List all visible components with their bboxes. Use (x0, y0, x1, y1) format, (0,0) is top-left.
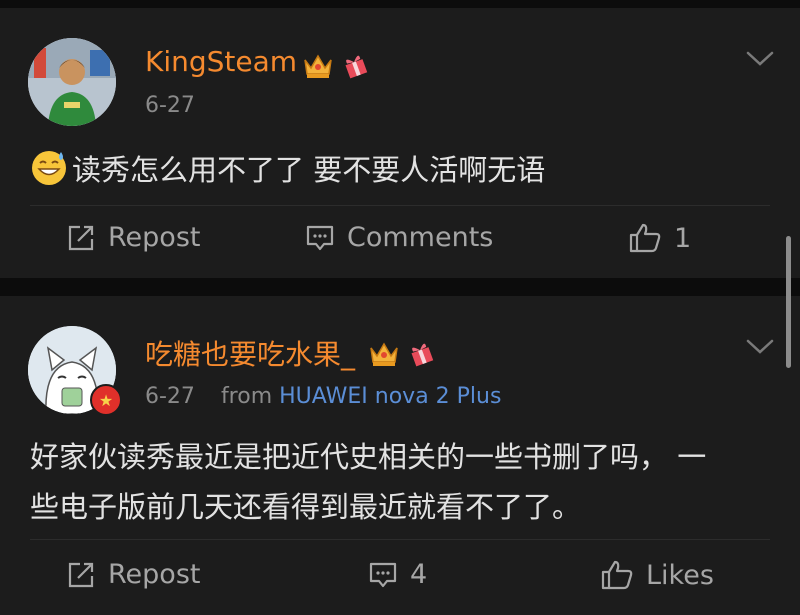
comment-card: ★ 吃糖也要吃水果_ 6-27 from HUAWEI nova 2 Plus … (0, 296, 800, 615)
gift-badge-icon (345, 55, 368, 79)
source-prefix: from (220, 384, 273, 409)
avatar[interactable] (28, 38, 116, 126)
scrollbar[interactable] (786, 236, 791, 368)
comment-text: 好家伙读秀最近是把近代史相关的一些书删了吗， 一 些电子版前几天还看得到最近就看… (30, 440, 707, 524)
repost-icon (68, 562, 94, 587)
divider (30, 205, 770, 206)
repost-button[interactable]: Repost (66, 222, 200, 253)
chevron-down-icon[interactable] (746, 338, 774, 356)
crown-badge-icon (370, 342, 398, 366)
username[interactable]: 吃糖也要吃水果_ (145, 333, 355, 373)
grinning-sweat-emoji-icon (30, 148, 68, 200)
comment-icon (369, 562, 397, 587)
chevron-down-icon[interactable] (746, 50, 774, 68)
repost-button[interactable]: Repost (66, 559, 200, 590)
comment-icon (306, 225, 334, 250)
repost-icon (68, 225, 94, 250)
divider (30, 539, 770, 540)
comment-date: 6-27 (145, 384, 195, 409)
comment-meta: 6-27 from HUAWEI nova 2 Plus (145, 384, 501, 409)
like-button[interactable]: Likes (600, 559, 714, 591)
user-badges (368, 338, 436, 368)
crown-badge-icon (304, 54, 332, 78)
username[interactable]: KingSteam (145, 45, 297, 78)
gift-badge-icon (411, 343, 434, 367)
verified-badge-icon: ★ (90, 384, 122, 416)
comment-text: 读秀怎么用不了了 要不要人活啊无语 (30, 146, 760, 200)
comment-date: 6-27 (145, 93, 195, 118)
thumbs-up-icon (601, 560, 633, 590)
device-source-link[interactable]: HUAWEI nova 2 Plus (279, 384, 501, 409)
comments-button[interactable]: 4 (368, 559, 427, 590)
comments-button[interactable]: Comments (305, 222, 493, 253)
thumbs-up-icon (629, 223, 661, 253)
user-badges (302, 50, 370, 80)
comment-card: KingSteam 6-27 读秀怎么用不了了 要不要人活啊无语 Repost … (0, 8, 800, 278)
like-button[interactable]: 1 (628, 222, 691, 254)
